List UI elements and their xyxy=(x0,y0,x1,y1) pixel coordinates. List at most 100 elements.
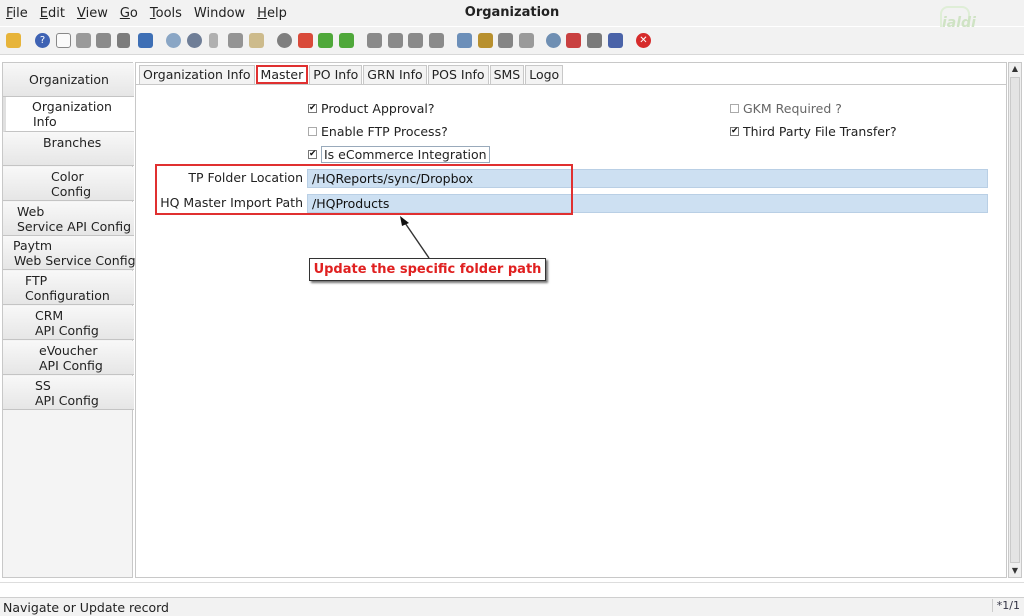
sidebar-item-label: eVoucher xyxy=(39,342,98,358)
sidebar-item-crm-api-config[interactable]: CRM API Config xyxy=(3,306,134,340)
sidebar-item-label: Organization xyxy=(29,72,109,87)
sidebar-item-label: Info xyxy=(33,114,57,129)
exit-icon[interactable]: ✕ xyxy=(636,33,651,48)
sidebar-item-label: Web Service Config xyxy=(14,252,136,268)
sidebar-item-web-service-api-config[interactable]: Web Service API Config xyxy=(3,202,134,236)
scroll-up-icon[interactable]: ▲ xyxy=(1009,63,1021,75)
tab-divider xyxy=(136,84,1006,85)
tab-bar: Organization Info Master PO Info GRN Inf… xyxy=(139,65,564,85)
history-icon[interactable] xyxy=(249,33,264,48)
sidebar-item-paytm-web-service-config[interactable]: Paytm Web Service Config xyxy=(3,236,136,270)
sidebar-item-label: Service API Config xyxy=(17,218,132,234)
sidebar-item-evoucher-api-config[interactable]: eVoucher API Config xyxy=(3,341,134,375)
sidebar-item-organization[interactable]: Organization xyxy=(3,63,134,97)
last-record-icon[interactable] xyxy=(429,33,444,48)
hq-master-import-path-input[interactable] xyxy=(307,194,988,213)
menu-view[interactable]: View xyxy=(71,6,114,21)
record-info-row xyxy=(0,582,1024,596)
sidebar-item-ss-api-config[interactable]: SS API Config xyxy=(3,376,134,410)
enable-ftp-checkbox[interactable]: Enable FTP Process? xyxy=(308,124,448,139)
menu-bar: File Edit View Go Tools Window Help xyxy=(0,0,1024,26)
scroll-thumb[interactable] xyxy=(1010,77,1020,563)
save-icon[interactable] xyxy=(138,33,153,48)
menu-go[interactable]: Go xyxy=(114,6,144,21)
third-party-file-transfer-checkbox[interactable]: ✔ Third Party File Transfer? xyxy=(730,124,897,139)
status-text: Navigate or Update record xyxy=(3,600,169,615)
delete-icon[interactable] xyxy=(96,33,111,48)
copy-icon[interactable] xyxy=(76,33,91,48)
tab-po-info[interactable]: PO Info xyxy=(309,65,363,84)
workflow-icon[interactable] xyxy=(566,33,581,48)
tp-folder-location-label: TP Folder Location xyxy=(188,170,303,185)
sidebar: Organization Organization Info Branches … xyxy=(2,62,136,578)
third-party-label: Third Party File Transfer? xyxy=(743,124,897,139)
sidebar-item-label: Configuration xyxy=(25,287,110,303)
sidebar-item-label: Web xyxy=(17,203,45,219)
home-icon[interactable] xyxy=(298,33,313,48)
print-preview-icon[interactable] xyxy=(519,33,534,48)
report-icon[interactable] xyxy=(457,33,472,48)
gkm-required-checkbox[interactable]: GKM Required ? xyxy=(730,101,842,116)
sidebar-item-ftp-configuration[interactable]: FTP Configuration xyxy=(3,271,134,305)
web-icon[interactable] xyxy=(277,33,292,48)
tab-pos-info[interactable]: POS Info xyxy=(427,65,489,84)
check-icon: ✔ xyxy=(308,149,317,159)
tab-organization-info[interactable]: Organization Info xyxy=(139,65,255,84)
menu-file[interactable]: File xyxy=(0,6,34,21)
find-icon[interactable] xyxy=(187,33,202,48)
tp-folder-location-input[interactable] xyxy=(307,169,988,188)
sidebar-item-label: Branches xyxy=(43,135,102,150)
product-approval-checkbox[interactable]: ✔ Product Approval? xyxy=(308,101,435,116)
sidebar-item-organization-info[interactable]: Organization Info xyxy=(3,97,134,132)
status-bar: Navigate or Update record *1/1 xyxy=(0,597,1024,616)
product-approval-label: Product Approval? xyxy=(321,101,435,116)
sidebar-item-label: Organization xyxy=(32,99,112,114)
tab-logo[interactable]: Logo xyxy=(525,65,564,84)
refresh-icon[interactable] xyxy=(166,33,181,48)
unchecked-box-icon xyxy=(730,104,739,113)
sidebar-item-label: API Config xyxy=(35,392,99,408)
check-icon: ✔ xyxy=(308,103,317,113)
attach-icon[interactable] xyxy=(209,33,218,48)
annotation-callout: Update the specific folder path xyxy=(309,258,546,281)
menu-edit[interactable]: Edit xyxy=(34,6,71,21)
menu-tools[interactable]: Tools xyxy=(144,6,188,21)
vertical-scrollbar[interactable]: ▲ ▼ xyxy=(1008,62,1022,578)
back-icon[interactable] xyxy=(318,33,333,48)
previous-record-icon[interactable] xyxy=(388,33,403,48)
next-record-icon[interactable] xyxy=(408,33,423,48)
menu-help[interactable]: Help xyxy=(251,6,293,21)
product-icon[interactable] xyxy=(608,33,623,48)
zoom-icon[interactable] xyxy=(546,33,561,48)
sidebar-item-label: Paytm xyxy=(13,237,53,253)
new-icon[interactable] xyxy=(56,33,71,48)
sidebar-item-branches[interactable]: Branches xyxy=(3,132,134,166)
record-indicator[interactable]: *1/1 xyxy=(991,599,1020,612)
sidebar-item-color-config[interactable]: Color Config xyxy=(3,167,134,201)
menu-window[interactable]: Window xyxy=(188,6,251,21)
toolbar: ? ✕ xyxy=(0,27,1024,55)
sidebar-item-label: API Config xyxy=(35,322,99,338)
unchecked-box-icon xyxy=(308,127,317,136)
tab-sms[interactable]: SMS xyxy=(489,65,525,84)
request-icon[interactable] xyxy=(587,33,602,48)
tab-master[interactable]: Master xyxy=(255,65,309,84)
enable-ftp-label: Enable FTP Process? xyxy=(321,124,448,139)
tools-icon[interactable] xyxy=(117,33,130,48)
first-record-icon[interactable] xyxy=(367,33,382,48)
help-icon[interactable]: ? xyxy=(35,33,50,48)
callout-arrow-icon xyxy=(400,216,430,259)
archive-icon[interactable] xyxy=(478,33,493,48)
chat-icon[interactable] xyxy=(228,33,243,48)
forward-icon[interactable] xyxy=(339,33,354,48)
sidebar-item-label: Config xyxy=(51,183,92,199)
print-icon[interactable] xyxy=(498,33,513,48)
undo-icon[interactable] xyxy=(6,33,21,48)
ecommerce-label: Is eCommerce Integration xyxy=(321,146,490,163)
scroll-down-icon[interactable]: ▼ xyxy=(1009,565,1021,577)
sidebar-item-label: API Config xyxy=(39,357,103,373)
tab-grn-info[interactable]: GRN Info xyxy=(363,65,427,84)
sidebar-item-label: CRM xyxy=(35,307,64,323)
ecommerce-integration-checkbox[interactable]: ✔ Is eCommerce Integration xyxy=(308,146,490,163)
sidebar-item-label: SS xyxy=(35,377,51,393)
